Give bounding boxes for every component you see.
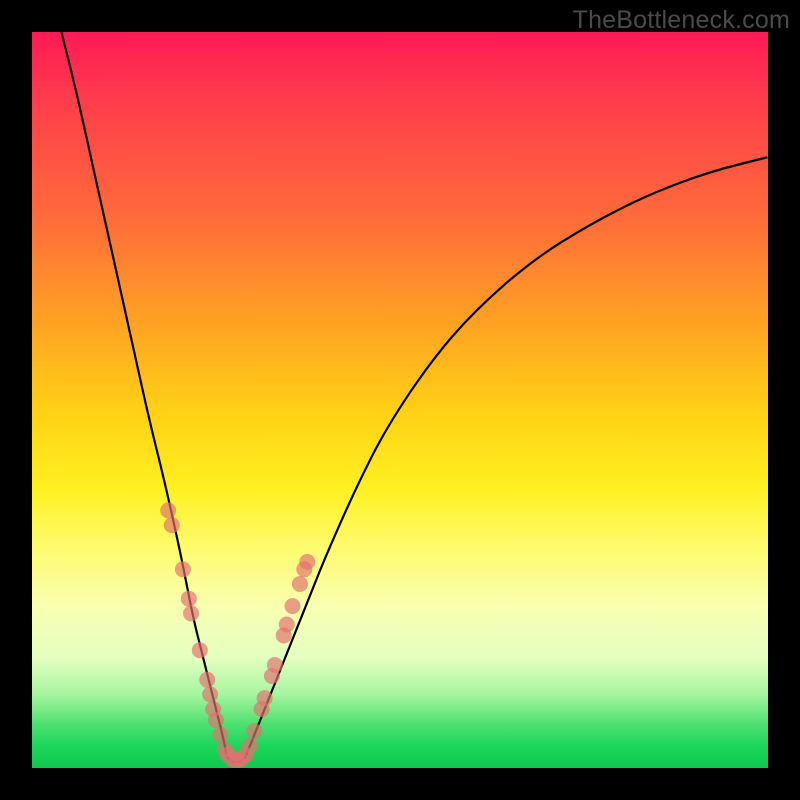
data-marker [285, 598, 301, 614]
data-marker [292, 576, 308, 592]
data-marker [242, 738, 258, 754]
watermark-text: TheBottleneck.com [573, 6, 790, 35]
data-marker [164, 517, 180, 533]
data-marker [257, 690, 273, 706]
data-marker [192, 642, 208, 658]
data-marker [208, 712, 224, 728]
data-marker [212, 727, 228, 743]
curve-layer [32, 32, 768, 768]
data-marker [202, 686, 218, 702]
plot-area [32, 32, 768, 768]
data-marker [279, 617, 295, 633]
data-marker [175, 561, 191, 577]
data-marker [199, 672, 215, 688]
data-marker [246, 723, 262, 739]
data-marker [183, 605, 199, 621]
data-marker [160, 502, 176, 518]
curve-right-branch [245, 157, 768, 757]
data-marker [299, 554, 315, 570]
data-marker [267, 657, 283, 673]
chart-frame: TheBottleneck.com [0, 0, 800, 800]
data-marker [181, 591, 197, 607]
marker-group [160, 502, 315, 768]
